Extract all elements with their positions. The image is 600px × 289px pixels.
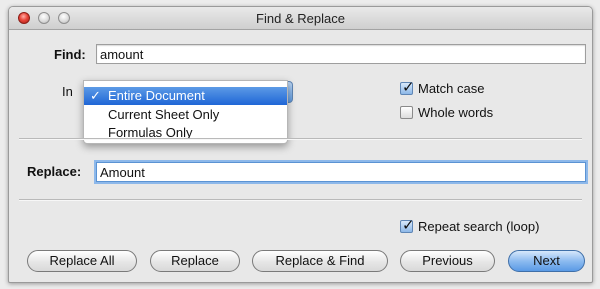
- window-title: Find & Replace: [256, 11, 345, 26]
- find-label: Find:: [54, 47, 86, 62]
- check-icon: ✓: [90, 88, 101, 103]
- replace-input[interactable]: [97, 163, 585, 182]
- menu-item-entire-document[interactable]: ✓ Entire Document: [84, 87, 287, 105]
- whole-words-label: Whole words: [418, 105, 494, 120]
- whole-words-checkbox[interactable]: [400, 106, 413, 119]
- title-bar[interactable]: Find & Replace: [9, 7, 592, 30]
- repeat-search-checkbox[interactable]: ✓: [400, 217, 415, 234]
- replace-all-button[interactable]: Replace All: [27, 250, 137, 272]
- match-case-option[interactable]: ✓ Match case: [400, 79, 485, 96]
- match-case-label: Match case: [418, 81, 485, 96]
- repeat-search-label: Repeat search (loop): [418, 219, 540, 234]
- find-input[interactable]: [97, 45, 585, 64]
- menu-item-label: Current Sheet Only: [108, 107, 220, 122]
- replace-label: Replace:: [27, 164, 82, 179]
- whole-words-option[interactable]: Whole words: [400, 105, 493, 120]
- next-button[interactable]: Next: [508, 250, 585, 272]
- previous-button[interactable]: Previous: [400, 250, 495, 272]
- replace-field[interactable]: [96, 162, 586, 182]
- divider: [19, 138, 582, 140]
- replace-button[interactable]: Replace: [150, 250, 240, 272]
- replace-and-find-button[interactable]: Replace & Find: [252, 250, 388, 272]
- menu-item-current-sheet-only[interactable]: Current Sheet Only: [84, 106, 287, 124]
- checkmark-icon: ✓: [402, 79, 415, 96]
- find-field[interactable]: [96, 44, 586, 64]
- repeat-search-option[interactable]: ✓ Repeat search (loop): [400, 217, 540, 234]
- find-replace-dialog: Find & Replace Find: In ✓ Entire Documen…: [8, 6, 593, 283]
- in-label: In: [62, 84, 73, 99]
- match-case-checkbox[interactable]: ✓: [400, 79, 415, 96]
- checkmark-icon: ✓: [402, 217, 415, 234]
- divider: [19, 199, 582, 201]
- in-dropdown-menu: ✓ Entire Document Current Sheet Only For…: [83, 80, 288, 144]
- menu-item-label: Entire Document: [108, 88, 205, 103]
